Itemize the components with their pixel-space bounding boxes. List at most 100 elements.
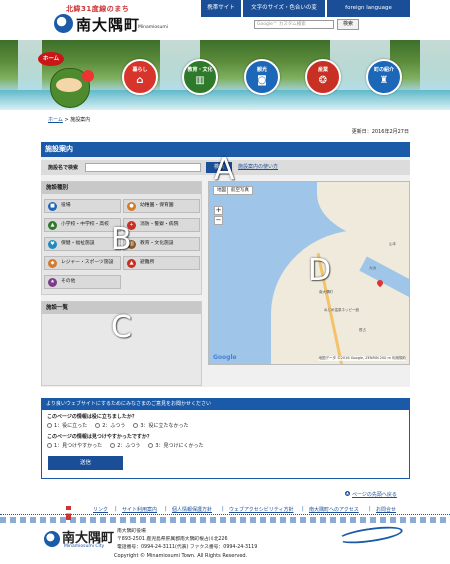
radio-button[interactable] xyxy=(110,443,116,448)
child-icon: ● xyxy=(127,202,136,211)
category-schools[interactable]: ▲ 小学校・中学校・高校 xyxy=(44,218,121,232)
nav-tourism[interactable]: 観光 ◙ xyxy=(244,59,280,95)
question-1: このページの情報は役に立ちましたか？ xyxy=(47,414,137,420)
town-emblem-icon xyxy=(44,531,60,547)
sport-icon: ◆ xyxy=(48,259,57,268)
nav-label: 町の紹介 xyxy=(373,67,394,73)
category-heading: 施設種別 xyxy=(42,182,201,194)
footer-separator: | xyxy=(369,506,371,512)
category-education-culture[interactable]: ▥ 教育・文化施設 xyxy=(123,237,200,251)
category-label: 保健・福祉施設 xyxy=(61,241,95,246)
logo-town-name-en: Minamiosumi xyxy=(138,25,168,30)
nav-label: 暮らし xyxy=(132,67,148,73)
category-other[interactable]: ★ その他 xyxy=(44,275,121,289)
category-label: 避難所 xyxy=(140,260,155,265)
submit-button[interactable]: 送信 xyxy=(48,456,123,470)
footer-separator: | xyxy=(165,506,167,512)
mobile-site-link[interactable]: 携帯サイト xyxy=(201,0,241,17)
footer-phone: 電話番号：0994-24-3111(代表) ファクス番号：0994-24-311… xyxy=(117,545,258,550)
radio-button[interactable] xyxy=(148,443,154,448)
home-label: ホーム xyxy=(38,52,64,66)
nav-industry[interactable]: 産業 ❂ xyxy=(305,59,341,95)
search-input[interactable]: Google™ カスタム検索 xyxy=(254,20,334,29)
nav-education-culture[interactable]: 教育・文化 ▥ xyxy=(182,59,218,95)
category-leisure-sports[interactable]: ◆ レジャー・スポーツ施設 xyxy=(44,256,121,270)
site-logo[interactable]: 北緯31度線のまち 南大隅町 Minamiosumi xyxy=(54,3,174,35)
radio-button[interactable] xyxy=(47,423,52,428)
map-land xyxy=(271,230,409,364)
map-place-label: 山本 xyxy=(389,242,396,246)
book-icon: ▥ xyxy=(195,75,205,86)
radio-button[interactable] xyxy=(133,423,139,428)
waterfall-image xyxy=(420,40,450,90)
category-kindergarten[interactable]: ● 幼稚園・保育園 xyxy=(123,199,200,213)
q2-option-hard[interactable]: 3：見つけにくかった xyxy=(148,442,203,449)
shelter-icon: ▲ xyxy=(127,259,136,268)
breadcrumb-home-link[interactable]: ホーム xyxy=(48,117,63,123)
lighthouse-icon xyxy=(66,506,71,520)
category-label: 小学校・中学校・高校 xyxy=(61,222,109,227)
option-label: 2：ふつう xyxy=(117,443,141,449)
category-town-office[interactable]: ■ 役場 xyxy=(44,199,121,213)
breadcrumb: ホーム > 施設案内 xyxy=(48,116,90,123)
flower-icon xyxy=(82,70,94,82)
nav-home[interactable]: ホーム xyxy=(38,52,94,108)
category-fire-police-hospital[interactable]: + 消防・警察・病院 xyxy=(123,218,200,232)
overlay-letter-c: C xyxy=(111,310,132,345)
facility-name-input[interactable] xyxy=(85,163,201,172)
zoom-in-button[interactable]: + xyxy=(214,206,223,215)
star-icon: ★ xyxy=(48,278,57,287)
zoom-out-button[interactable]: − xyxy=(214,216,223,225)
foreign-language-link[interactable]: foreign language xyxy=(327,0,410,17)
q1-option-useful[interactable]: 1：役に立った xyxy=(47,422,87,429)
text-size-color-link[interactable]: 文字のサイズ・色合いの変更 xyxy=(243,0,325,28)
mascot-face xyxy=(56,78,82,92)
search-button[interactable]: 検索 xyxy=(337,19,359,30)
option-label: 2：ふつう xyxy=(102,423,126,429)
category-shelter[interactable]: ▲ 避難所 xyxy=(123,256,200,270)
q1-option-normal[interactable]: 2：ふつう xyxy=(95,422,125,429)
satellite-view-button[interactable]: 航空写真 xyxy=(227,186,253,195)
option-label: 1：役に立った xyxy=(54,423,88,429)
radio-button[interactable] xyxy=(95,423,101,428)
overlay-letter-a: A xyxy=(214,152,235,187)
footer-link-site-guide[interactable]: サイト利用案内 xyxy=(122,506,157,513)
question-1-options: 1：役に立った 2：ふつう 3：役に立たなかった xyxy=(47,422,189,429)
name-search-label: 施設名で検索 xyxy=(48,165,79,171)
house-icon: ⌂ xyxy=(136,75,144,86)
footer-separator: | xyxy=(302,506,304,512)
option-label: 3：見つけにくかった xyxy=(155,443,204,449)
nav-living[interactable]: 暮らし ⌂ xyxy=(122,59,158,95)
option-label: 3：役に立たなかった xyxy=(140,423,189,429)
category-welfare[interactable]: ♥ 保健・福祉施設 xyxy=(44,237,121,251)
overlay-letter-b: B xyxy=(111,222,132,257)
breadcrumb-current: 施設案内 xyxy=(70,117,91,123)
footer-separator: | xyxy=(115,506,117,512)
category-label: 教育・文化施設 xyxy=(140,241,174,246)
page-top-link[interactable]: ページの先頭へ戻る xyxy=(352,491,397,498)
logo-town-name: 南大隅町 xyxy=(76,16,141,34)
footer-link-privacy[interactable]: 個人情報保護方針 xyxy=(172,506,212,513)
camera-icon: ◙ xyxy=(257,75,267,86)
waterfall-image xyxy=(18,40,42,90)
top-links: 携帯サイト 文字のサイズ・色合いの変更 foreign language xyxy=(201,0,410,28)
q1-option-not-useful[interactable]: 3：役に立たなかった xyxy=(133,422,189,429)
category-label: 役場 xyxy=(61,203,71,208)
footer-link-accessibility[interactable]: ウェブアクセシビリティ方針 xyxy=(229,506,293,513)
footer-town-name-en: Minamiosumi City xyxy=(64,544,105,549)
question-2: このページの情報は見つけやすかったですか？ xyxy=(47,434,152,440)
radio-button[interactable] xyxy=(47,443,52,448)
q2-option-easy[interactable]: 1：見つけやすかった xyxy=(47,442,102,449)
footer-link-contact[interactable]: お問合せ xyxy=(376,506,396,513)
footer-separator: | xyxy=(222,506,224,512)
nav-town-intro[interactable]: 町の紹介 ♜ xyxy=(366,59,402,95)
usage-help-link[interactable]: 施設案内の使い方 xyxy=(238,163,278,170)
nav-label: 教育・文化 xyxy=(187,67,213,73)
footer-link-links[interactable]: リンク xyxy=(93,506,108,513)
town-emblem-icon xyxy=(54,14,73,33)
footer-link-access[interactable]: 南大隅町へのアクセス xyxy=(309,506,359,513)
feedback-form: より良いウェブサイトにするためにみなさまのご意見をお聞かせください このページの… xyxy=(41,398,410,479)
option-label: 1：見つけやすかった xyxy=(54,443,103,449)
overlay-letter-d: D xyxy=(308,253,332,288)
q2-option-normal[interactable]: 2：ふつう xyxy=(110,442,140,449)
